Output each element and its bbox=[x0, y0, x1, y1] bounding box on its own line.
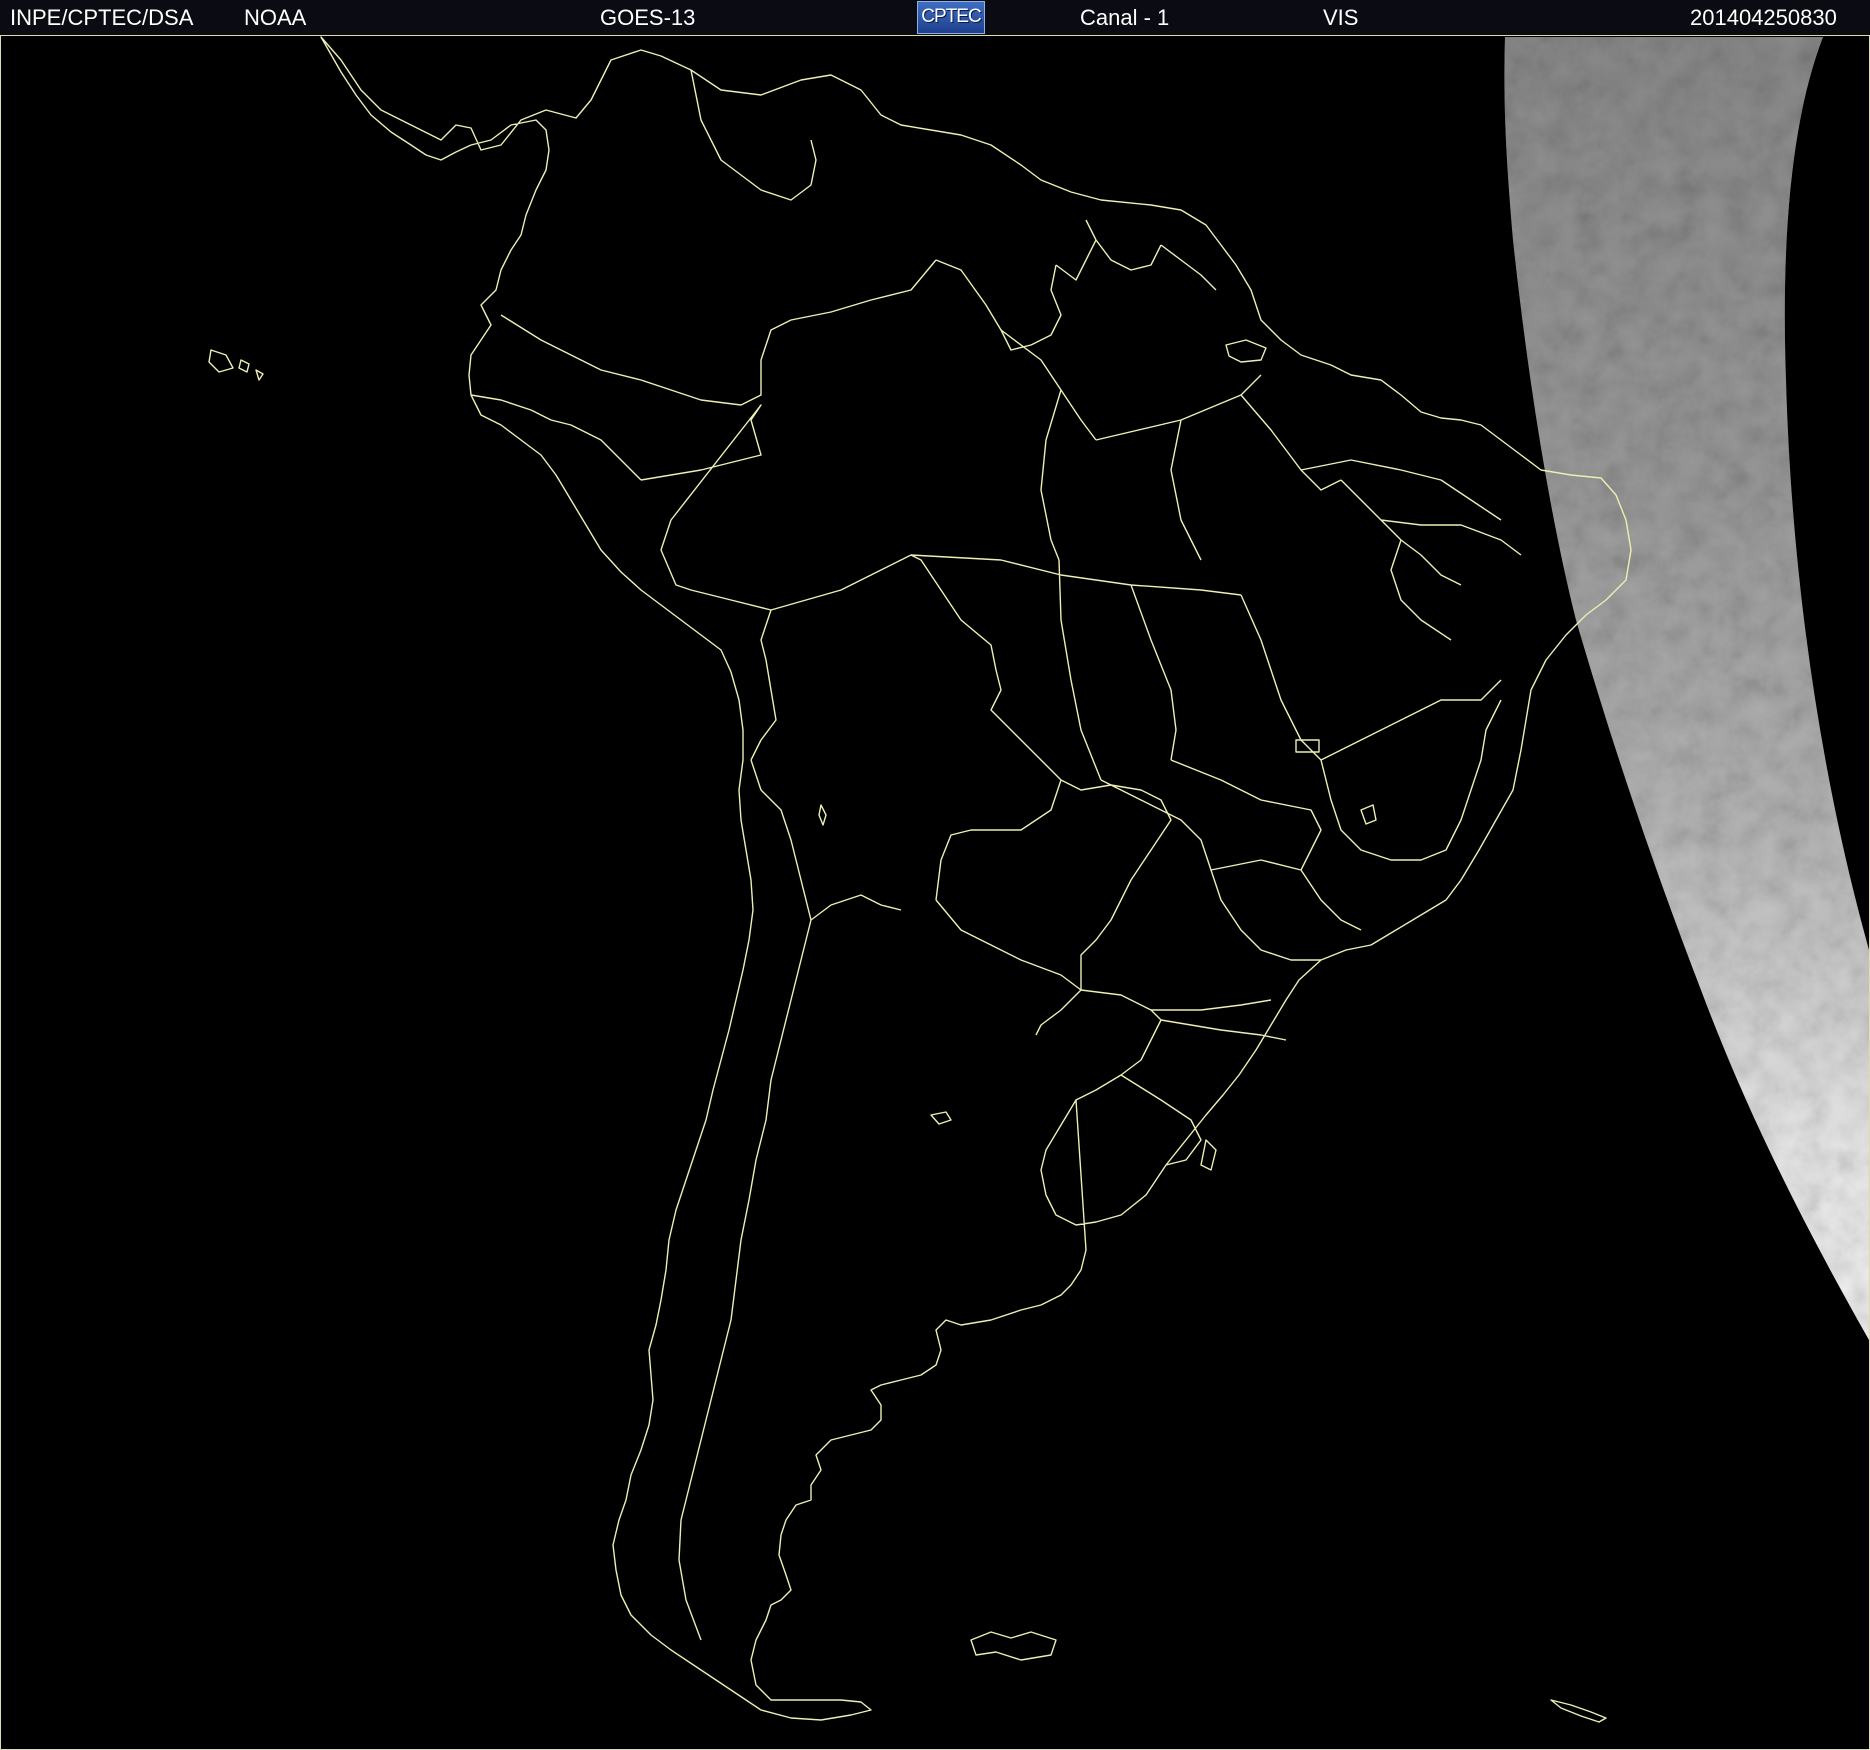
border-peru-bolivia bbox=[750, 609, 777, 761]
border-colombia-venezuela bbox=[690, 69, 817, 201]
patos-lagoon bbox=[1200, 1139, 1217, 1171]
timestamp-label: 201404250830 bbox=[1690, 5, 1837, 30]
border-brazil-states-northeast bbox=[1300, 459, 1522, 761]
continent-outline bbox=[320, 36, 1632, 1721]
border-chile-argentina bbox=[678, 894, 902, 1641]
border-paraguay-brazil bbox=[1060, 779, 1172, 990]
border-colombia-south bbox=[500, 259, 937, 406]
border-argentina-paraguay bbox=[935, 899, 1082, 1036]
south-georgia-island bbox=[1550, 1699, 1607, 1723]
border-argentina-brazil-uruguay bbox=[1075, 989, 1202, 1166]
marajo-island bbox=[1225, 339, 1267, 363]
cptec-logo: CPTEC bbox=[917, 1, 985, 34]
agency-label: NOAA bbox=[244, 5, 307, 30]
header-bar: INPE/CPTEC/DSA NOAA GOES-13 CPTEC Canal … bbox=[0, 0, 1870, 36]
satellite-image-frame: INPE/CPTEC/DSA NOAA GOES-13 CPTEC Canal … bbox=[0, 0, 1870, 1750]
cloud-imagery-band bbox=[1504, 37, 1869, 1340]
lake-titicaca bbox=[818, 804, 827, 826]
reservoir-central-brazil bbox=[1360, 804, 1377, 825]
border-bolivia-brazil bbox=[770, 554, 1062, 781]
channel-label: Canal - 1 bbox=[1080, 5, 1170, 30]
institution-label: INPE/CPTEC/DSA bbox=[10, 5, 194, 30]
galapagos-islands bbox=[208, 349, 264, 381]
border-bolivia-paraguay bbox=[935, 779, 1062, 901]
satellite-label: GOES-13 bbox=[600, 5, 696, 30]
coastline-outline bbox=[208, 36, 1632, 1723]
border-bolivia-chile bbox=[750, 759, 812, 921]
falkland-islands bbox=[970, 1631, 1057, 1661]
border-ecuador-peru bbox=[470, 394, 642, 481]
border-brazil-states-central bbox=[910, 554, 1322, 781]
border-guyana-suriname bbox=[1055, 219, 1217, 291]
map-svg bbox=[208, 36, 1869, 1723]
map-area bbox=[0, 36, 1870, 1750]
border-peru-brazil bbox=[640, 404, 772, 611]
mar-chiquita bbox=[930, 1111, 952, 1125]
border-brazil-states-north bbox=[1000, 329, 1342, 561]
border-brazil-states-southeast bbox=[1100, 699, 1502, 1041]
cptec-logo-text: CPTEC bbox=[921, 6, 981, 27]
band-label: VIS bbox=[1323, 5, 1359, 30]
border-venezuela-brazil bbox=[935, 259, 1062, 351]
